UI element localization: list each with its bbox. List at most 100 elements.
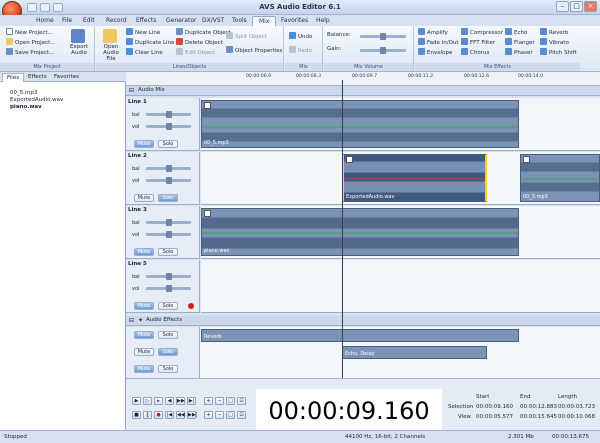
- new-line-button[interactable]: New Line: [126, 28, 160, 37]
- object-properties-button[interactable]: Object Properties: [226, 46, 282, 55]
- tab-favorites[interactable]: Favorites: [275, 16, 314, 26]
- tab-help[interactable]: Help: [310, 16, 336, 26]
- track-balance-slider[interactable]: [146, 219, 191, 226]
- go-end-button[interactable]: ▶|: [187, 397, 196, 405]
- clear-line-button[interactable]: Clear Line: [126, 48, 163, 57]
- zoom-vert-all-icon[interactable]: ⊡: [237, 411, 246, 419]
- collapse-icon[interactable]: ⊟: [129, 87, 134, 94]
- tab-tools[interactable]: Tools: [226, 16, 253, 26]
- audio-clip[interactable]: piano.wav: [201, 208, 519, 256]
- record-arm-icon[interactable]: [188, 303, 194, 309]
- view-start[interactable]: 00:00:05.577: [476, 413, 513, 422]
- track-volume-slider[interactable]: [146, 123, 191, 130]
- echo-button[interactable]: Echo: [505, 28, 527, 37]
- track-balance-knob[interactable]: [166, 273, 172, 280]
- track-header-line1[interactable]: Line 1 bal vol Mute Solo: [126, 98, 200, 151]
- duplicate-line-button[interactable]: Duplicate Line: [126, 38, 174, 47]
- track-balance-slider[interactable]: [146, 111, 191, 118]
- audio-clip-selected[interactable]: ExportedAudio.wav: [342, 154, 487, 202]
- track-lane-line3[interactable]: piano.wav: [201, 206, 600, 259]
- open-project-button[interactable]: Open Project...: [6, 38, 56, 47]
- record-button[interactable]: ●: [154, 411, 163, 419]
- go-start-button[interactable]: |◀: [165, 411, 174, 419]
- zoom-vert-fit-icon[interactable]: □: [226, 411, 235, 419]
- new-project-button[interactable]: New Project...: [6, 28, 53, 37]
- open-audio-file-button[interactable]: Open Audio File: [99, 29, 123, 62]
- next-button[interactable]: ▶▶|: [187, 411, 197, 419]
- redo-quick-icon[interactable]: [53, 3, 63, 12]
- save-project-button[interactable]: Save Project...: [6, 48, 54, 57]
- solo-button[interactable]: Solo: [158, 365, 178, 373]
- pause-button[interactable]: ‖: [143, 411, 152, 419]
- tab-edit[interactable]: Edit: [77, 16, 101, 26]
- solo-button[interactable]: Solo: [158, 194, 178, 202]
- zoom-vert-out-icon[interactable]: −: [215, 411, 224, 419]
- reverb-button[interactable]: Reverb: [540, 28, 568, 37]
- view-length[interactable]: 00:00:10.068: [558, 413, 595, 422]
- audio-clip[interactable]: 00_5.mp3: [201, 100, 519, 148]
- prev-button[interactable]: ◀◀: [176, 411, 185, 419]
- tab-record[interactable]: Record: [100, 16, 133, 26]
- audio-clip[interactable]: 00_5.mp3: [520, 154, 600, 202]
- gain-slider[interactable]: [360, 47, 406, 54]
- view-end[interactable]: 00:00:15.645: [520, 413, 557, 422]
- undo-button[interactable]: Undo: [289, 32, 312, 41]
- track-volume-knob[interactable]: [166, 123, 172, 130]
- chorus-button[interactable]: Chorus: [461, 48, 489, 57]
- track-balance-knob[interactable]: [166, 219, 172, 226]
- zoom-vert-in-icon[interactable]: +: [204, 411, 213, 419]
- balance-slider[interactable]: [360, 33, 406, 40]
- clip-menu-icon[interactable]: [346, 156, 353, 163]
- track-header-line5[interactable]: Line 5 bal vol Mute Solo: [126, 260, 200, 313]
- play-selection-button[interactable]: ▸: [154, 397, 163, 405]
- balance-knob[interactable]: [380, 33, 386, 40]
- track-volume-knob[interactable]: [166, 285, 172, 292]
- track-lane-line2[interactable]: ExportedAudio.wav 00_5.mp3: [201, 152, 600, 205]
- redo-button[interactable]: Redo: [289, 46, 312, 55]
- rewind-button[interactable]: ◀: [165, 397, 174, 405]
- track-volume-slider[interactable]: [146, 231, 191, 238]
- effect-clip-echo[interactable]: Echo, Delay: [342, 346, 487, 359]
- solo-button[interactable]: Solo: [158, 248, 178, 256]
- gain-knob[interactable]: [380, 47, 386, 54]
- solo-button[interactable]: Solo: [158, 140, 178, 148]
- track-balance-slider[interactable]: [146, 165, 191, 172]
- stop-button[interactable]: ■: [132, 411, 141, 419]
- flanger-button[interactable]: Flanger: [505, 38, 535, 47]
- split-object-button[interactable]: Split Object: [226, 32, 267, 41]
- delete-object-button[interactable]: Delete Object: [176, 38, 223, 47]
- phaser-button[interactable]: Phaser: [505, 48, 533, 57]
- mute-button[interactable]: Mute: [134, 365, 154, 373]
- solo-button[interactable]: Solo: [158, 302, 178, 310]
- selection-start[interactable]: 00:00:09.160: [476, 403, 513, 412]
- tab-favorites-panel[interactable]: Favorites: [50, 73, 83, 82]
- play-button[interactable]: ▶: [132, 397, 141, 405]
- effect-clip-reverb[interactable]: Reverb: [201, 329, 519, 342]
- pitch-shift-button[interactable]: Pitch Shift: [540, 48, 577, 57]
- duplicate-object-button[interactable]: Duplicate Object: [176, 28, 231, 37]
- track-header-line2[interactable]: Line 2 bal vol Mute Solo: [126, 152, 200, 205]
- collapse-icon[interactable]: ⊟: [129, 317, 134, 324]
- clip-menu-icon[interactable]: [523, 156, 530, 163]
- track-volume-knob[interactable]: [166, 177, 172, 184]
- amplify-button[interactable]: Amplify: [418, 28, 448, 37]
- timeline-ruler[interactable]: 00:00:06.9 00:00:08.3 00:00:09.7 00:00:1…: [126, 72, 600, 86]
- close-button[interactable]: ×: [584, 1, 597, 12]
- playhead-cursor[interactable]: [342, 80, 343, 380]
- fft-filter-button[interactable]: FFT Filter: [461, 38, 495, 47]
- fade-button[interactable]: Fade In/Out: [418, 38, 459, 47]
- vibrato-button[interactable]: Vibrato: [540, 38, 569, 47]
- zoom-in-icon[interactable]: +: [204, 397, 213, 405]
- zoom-out-icon[interactable]: −: [215, 397, 224, 405]
- file-item[interactable]: ExportedAudio.wav: [10, 97, 63, 104]
- tab-mix[interactable]: Mix: [252, 16, 277, 26]
- fast-forward-button[interactable]: ▶▶: [176, 397, 185, 405]
- track-lane-line5[interactable]: [201, 260, 600, 313]
- clip-menu-icon[interactable]: [204, 210, 211, 217]
- track-volume-slider[interactable]: [146, 177, 191, 184]
- selection-length[interactable]: 00:00:03.723: [558, 403, 595, 412]
- tab-files[interactable]: Files: [2, 73, 25, 82]
- track-volume-slider[interactable]: [146, 285, 191, 292]
- mute-button[interactable]: Mute: [134, 248, 154, 256]
- selection-end[interactable]: 00:00:12.883: [520, 403, 557, 412]
